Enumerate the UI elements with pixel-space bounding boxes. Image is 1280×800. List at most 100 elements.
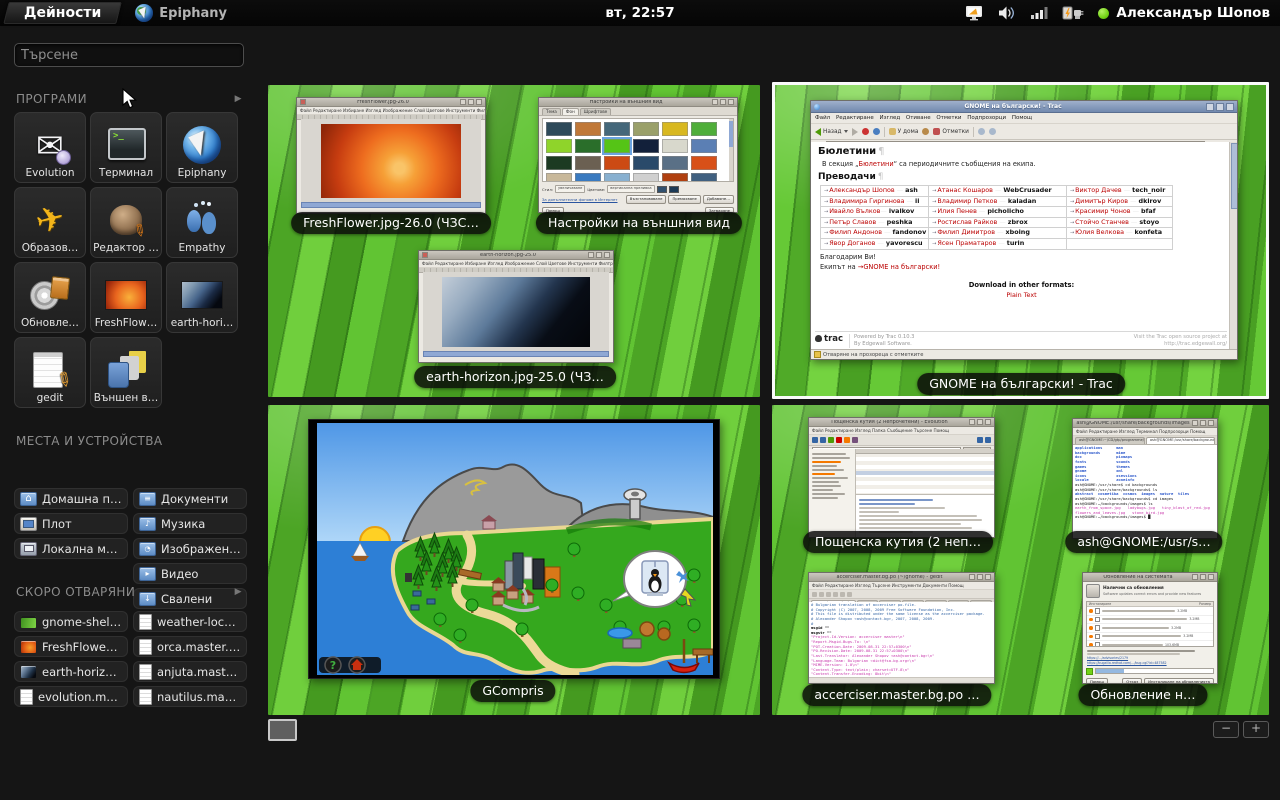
next-icon[interactable]	[985, 437, 991, 443]
translator-name-link[interactable]: Александър Шопов	[829, 186, 894, 194]
message-list[interactable]	[856, 449, 994, 495]
scrollbar[interactable]	[729, 119, 733, 181]
selected-message-row[interactable]	[856, 471, 994, 475]
terminal-tab-2[interactable]: ash@GNOME:/usr/share/backgrounds/im…	[1146, 437, 1215, 444]
close-button[interactable]	[1226, 103, 1234, 111]
translator-name-link[interactable]: Юлия Велкова	[1075, 228, 1124, 236]
bulletins-link[interactable]: Бюлетини	[859, 160, 894, 168]
home-button[interactable]: У дома	[889, 128, 919, 135]
app-item[interactable]: gedit	[14, 337, 86, 408]
wallpaper-thumbnail[interactable]	[691, 122, 717, 136]
app-item[interactable]: FreshFlow…	[90, 262, 162, 333]
wallpaper-thumbnail[interactable]	[575, 122, 601, 136]
add-workspace-button[interactable]: +	[1243, 721, 1269, 738]
translator-name-link[interactable]: Красимир Чонов	[1075, 207, 1130, 215]
window-software-updates[interactable]: Обновление на системата Налични са обнов…	[1082, 572, 1218, 684]
wallpaper-thumbnail[interactable]	[691, 173, 717, 182]
place-item[interactable]: Домашна п…	[14, 488, 128, 509]
place-item[interactable]: Документи	[133, 488, 247, 509]
window-gcompris[interactable]: ?	[308, 419, 720, 679]
editor-text[interactable]: # Bulgarian translation of accerciser po…	[809, 602, 994, 678]
wallpaper-thumbnail[interactable]	[575, 139, 601, 153]
update-row[interactable]: 3.2MB	[1087, 607, 1213, 616]
window-gimp-earth[interactable]: earth-horizon.jpg-25.0 Файл Редактиране …	[418, 250, 614, 363]
volume-icon[interactable]	[998, 5, 1016, 21]
translator-name-link[interactable]: Филип Димитров	[937, 228, 995, 236]
wallpaper-thumbnail[interactable]	[546, 139, 572, 153]
window-epiphany-trac[interactable]: GNOME на български! - Trac Файл Редактир…	[810, 100, 1238, 360]
window-gedit[interactable]: accerciser.master.bg.po (~/gnome) - gedi…	[808, 572, 995, 684]
network-signal-icon[interactable]	[1030, 5, 1048, 21]
window-evolution-mail[interactable]: Пощенска кутия (2 непрочетени) - Evoluti…	[808, 417, 995, 538]
wallpaper-thumbnail[interactable]	[662, 122, 688, 136]
place-item[interactable]: Локална мр…	[14, 538, 128, 559]
recent-item[interactable]: weather-loc…	[133, 611, 247, 632]
search-input[interactable]	[14, 43, 244, 67]
wallpaper-thumbnail[interactable]	[662, 139, 688, 153]
update-row[interactable]: 3.2MB	[1087, 633, 1213, 642]
translator-name-link[interactable]: Владимира Гиргинова	[829, 197, 904, 205]
workspace-4[interactable]: Пощенска кутия (2 непрочетени) - Evoluti…	[772, 405, 1269, 715]
color-swatch-2[interactable]	[669, 186, 679, 193]
app-item[interactable]: Evolution	[14, 112, 86, 183]
wallpaper-thumbnail[interactable]	[633, 122, 659, 136]
translator-name-link[interactable]: Димитър Киров	[1075, 197, 1128, 205]
recent-item[interactable]: evolution.m…	[14, 686, 128, 707]
wallpaper-thumbnail[interactable]	[546, 156, 572, 170]
back-button[interactable]: Назад	[815, 128, 848, 136]
wallpaper-thumbnail[interactable]	[604, 156, 630, 170]
translator-name-link[interactable]: Владимир Петков	[937, 197, 997, 205]
user-menu[interactable]: Александър Шопов	[1098, 5, 1270, 21]
wallpaper-thumbnail[interactable]	[633, 173, 659, 182]
translator-name-link[interactable]: Филип Андонов	[829, 228, 882, 236]
terminal-output[interactable]: applications manbackgrounds mimedoc pixm…	[1073, 445, 1217, 538]
remove-button[interactable]: Премахване	[668, 195, 700, 204]
minimize-button[interactable]	[1206, 103, 1214, 111]
recent-item[interactable]: gnome-shel…	[14, 611, 128, 632]
recent-item[interactable]: earth-horizo…	[14, 661, 128, 682]
forward-icon[interactable]	[828, 437, 834, 443]
place-item[interactable]: Плот	[14, 513, 128, 534]
delete-icon[interactable]	[836, 437, 842, 443]
scrollbar[interactable]	[423, 351, 609, 357]
place-item[interactable]: Изображен…	[133, 538, 247, 559]
translator-name-link[interactable]: Ясен Праматаров	[937, 239, 996, 247]
tab-theme[interactable]: Тема	[542, 108, 561, 115]
colors-dropdown[interactable]: вертикална преливка	[607, 185, 654, 193]
reload-button[interactable]	[873, 128, 880, 135]
remove-workspace-button[interactable]: −	[1213, 721, 1239, 738]
zoom-out-icon[interactable]	[978, 128, 985, 135]
app-item[interactable]: Редактор …	[90, 187, 162, 258]
terminal-tab-1[interactable]: ash@GNOME:~/CD/gtp/programme/nautce	[1075, 437, 1145, 444]
activities-button[interactable]: Дейности	[6, 2, 119, 24]
restore-button[interactable]: Възстановяване	[626, 195, 667, 204]
wallpaper-thumbnail[interactable]	[546, 122, 572, 136]
place-item[interactable]: Видео	[133, 563, 247, 584]
wallpaper-thumbnail[interactable]	[604, 122, 630, 136]
workspace-1[interactable]: FreshFlower.jpg-26.0 Файл Редактиране Из…	[268, 85, 760, 397]
update-row[interactable]: 3.2MB	[1087, 616, 1213, 625]
color-swatch-1[interactable]	[657, 186, 667, 193]
app-item[interactable]: Empathy	[166, 187, 238, 258]
recent-item[interactable]: FreshFlower…	[14, 636, 128, 657]
print-icon[interactable]	[852, 437, 858, 443]
reply-all-icon[interactable]	[820, 437, 826, 443]
translator-name-link[interactable]: Петър Славов	[829, 218, 876, 226]
open-icon[interactable]	[819, 592, 824, 597]
wallpaper-thumbnail[interactable]	[575, 173, 601, 182]
wallpaper-thumbnail[interactable]	[546, 173, 572, 182]
update-checkbox[interactable]	[1095, 608, 1101, 614]
translator-name-link[interactable]: Илия Пенев	[937, 207, 977, 215]
wallpaper-thumbnail[interactable]	[691, 139, 717, 153]
zoom-in-icon[interactable]	[989, 128, 996, 135]
battery-icon[interactable]	[1062, 5, 1084, 21]
translator-name-link[interactable]: Виктор Дачев	[1075, 186, 1122, 194]
app-item[interactable]: Epiphany	[166, 112, 238, 183]
maximize-button[interactable]	[1216, 103, 1224, 111]
tab-background[interactable]: Фон	[562, 108, 579, 115]
place-item[interactable]: Музика	[133, 513, 247, 534]
update-checkbox[interactable]	[1095, 634, 1101, 640]
window-terminal[interactable]: ash@GNOME:/usr/share/backgrounds/images …	[1072, 418, 1218, 539]
style-dropdown[interactable]: увеличаване	[555, 185, 585, 193]
junk-icon[interactable]	[844, 437, 850, 443]
